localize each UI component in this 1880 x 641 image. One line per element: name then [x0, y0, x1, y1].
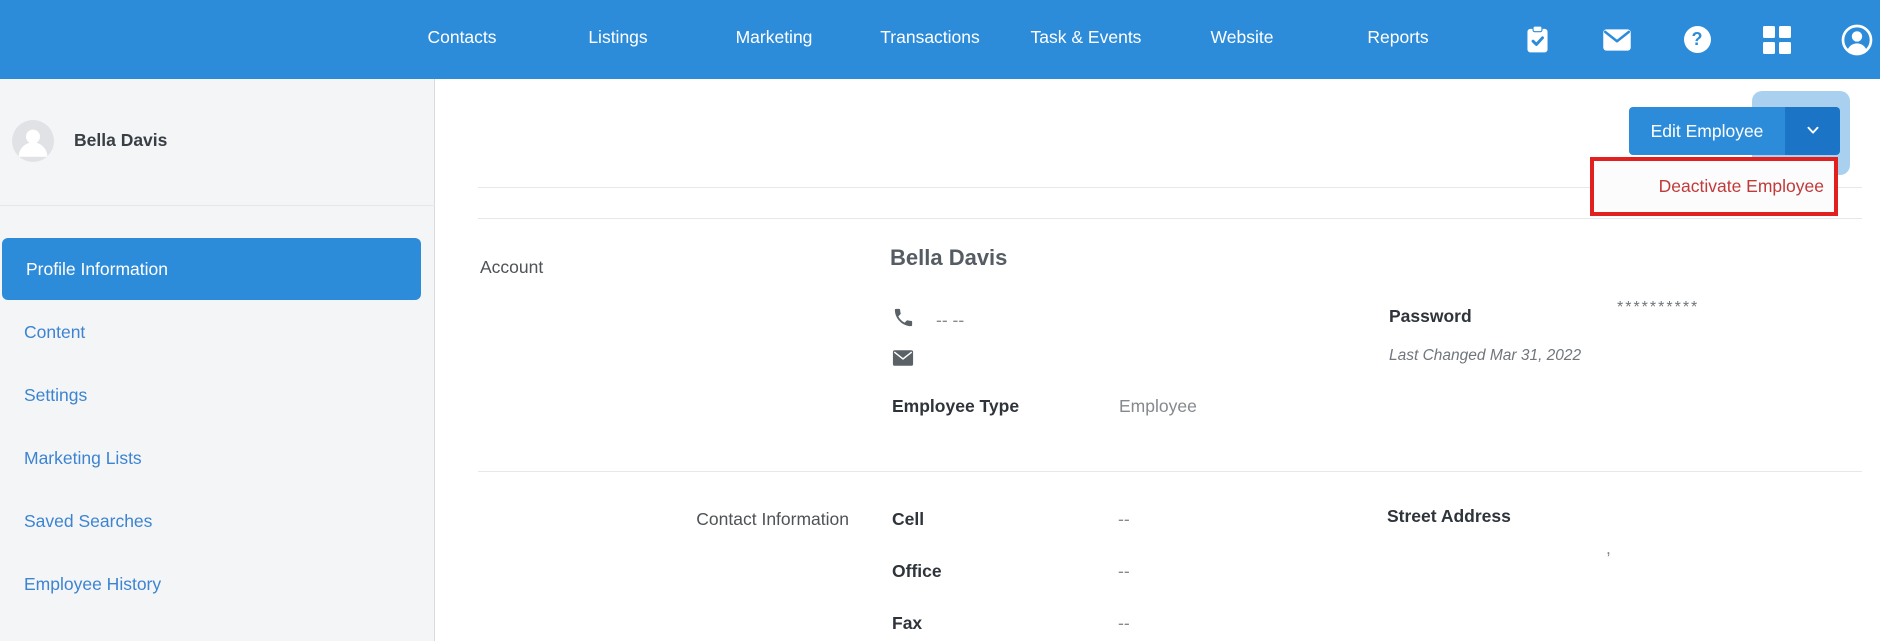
- phone-icon: [892, 306, 915, 334]
- avatar: [12, 120, 54, 162]
- password-value: **********: [1617, 299, 1700, 316]
- cell-label: Cell: [892, 509, 925, 529]
- top-nav: Contacts Listings Marketing Transactions…: [0, 0, 1880, 79]
- nav-item-contacts[interactable]: Contacts: [384, 0, 540, 79]
- employee-type-value: Employee: [1119, 396, 1197, 416]
- nav-item-listings[interactable]: Listings: [540, 0, 696, 79]
- mail-icon[interactable]: [1577, 0, 1657, 79]
- password-last-changed: Last Changed Mar 31, 2022: [1389, 347, 1582, 364]
- deactivate-annotation-box: Deactivate Employee: [1590, 157, 1838, 216]
- sidebar-item-saved-searches[interactable]: Saved Searches: [0, 490, 421, 553]
- nav-item-marketing[interactable]: Marketing: [696, 0, 852, 79]
- cell-value: --: [1118, 509, 1130, 529]
- street-address-value: ,: [1606, 538, 1611, 558]
- email-icon: [892, 349, 914, 372]
- sidebar-item-profile-information[interactable]: Profile Information: [2, 238, 421, 300]
- account-icon[interactable]: [1817, 0, 1880, 79]
- apps-grid-icon[interactable]: [1737, 0, 1817, 79]
- fax-label: Fax: [892, 613, 923, 633]
- nav-item-transactions[interactable]: Transactions: [852, 0, 1008, 79]
- sidebar-item-employee-history[interactable]: Employee History: [0, 553, 421, 616]
- primary-nav: Contacts Listings Marketing Transactions…: [384, 0, 1476, 79]
- nav-item-task-events[interactable]: Task & Events: [1008, 0, 1164, 79]
- fax-value: --: [1118, 613, 1130, 633]
- nav-item-reports[interactable]: Reports: [1320, 0, 1476, 79]
- employee-type-label: Employee Type: [892, 396, 1020, 416]
- employee-profile-page: Contacts Listings Marketing Transactions…: [0, 0, 1880, 641]
- sidebar-divider: [0, 205, 435, 206]
- sidebar-user-name: Bella Davis: [74, 130, 168, 150]
- contact-section-label: Contact Information: [696, 509, 849, 529]
- edit-employee-dropdown-toggle[interactable]: [1785, 107, 1840, 155]
- clipboard-check-icon[interactable]: [1497, 0, 1577, 79]
- chevron-down-icon: [1804, 121, 1822, 142]
- contact-section-divider: [478, 471, 1862, 472]
- street-address-label: Street Address: [1387, 506, 1511, 526]
- sidebar-item-settings[interactable]: Settings: [0, 364, 421, 427]
- sidebar-item-marketing-lists[interactable]: Marketing Lists: [0, 427, 421, 490]
- employee-name-heading: Bella Davis: [890, 245, 1008, 270]
- account-section-label: Account: [480, 257, 544, 277]
- office-value: --: [1118, 561, 1130, 581]
- help-icon[interactable]: ?: [1657, 0, 1737, 79]
- section-top-divider: [478, 218, 1862, 219]
- edit-employee-button[interactable]: Edit Employee: [1629, 107, 1785, 155]
- sidebar-item-content[interactable]: Content: [0, 301, 421, 364]
- office-label: Office: [892, 561, 942, 581]
- sidebar: Bella Davis Profile Information Content …: [0, 79, 435, 641]
- password-label: Password: [1389, 306, 1472, 326]
- nav-item-website[interactable]: Website: [1164, 0, 1320, 79]
- phone-value: -- --: [936, 310, 965, 330]
- nav-icon-cluster: ?: [1497, 0, 1880, 79]
- deactivate-employee-menu-item[interactable]: Deactivate Employee: [1659, 176, 1824, 197]
